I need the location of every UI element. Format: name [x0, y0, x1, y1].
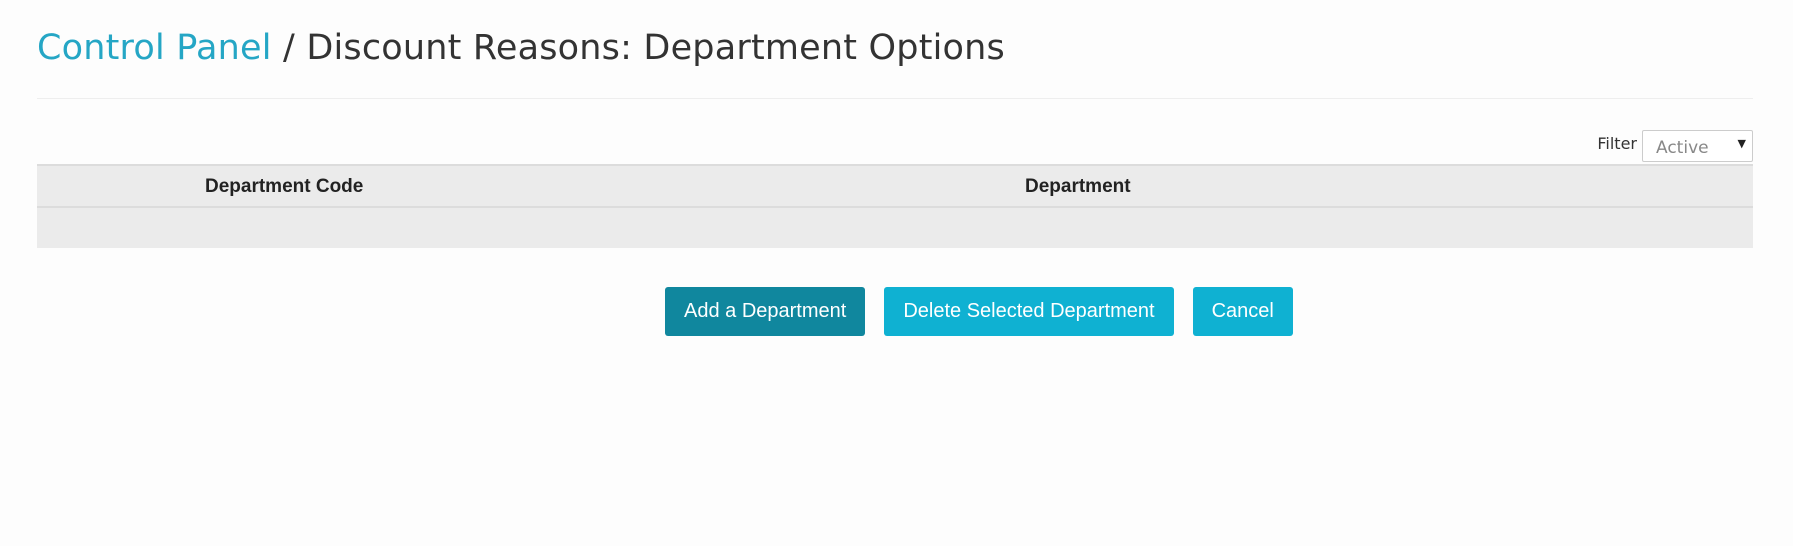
- breadcrumb-control-panel-link[interactable]: Control Panel: [37, 28, 272, 68]
- filter-selected-value: Active: [1656, 138, 1709, 158]
- column-header-department-code[interactable]: Department Code: [205, 176, 363, 198]
- department-table: Department Code Department: [37, 164, 1753, 248]
- header-divider: [37, 98, 1753, 99]
- filter-label: Filter: [1597, 133, 1637, 153]
- add-department-button[interactable]: Add a Department: [665, 287, 866, 336]
- cancel-button[interactable]: Cancel: [1192, 287, 1293, 336]
- filter-select[interactable]: Active ▼: [1642, 130, 1753, 162]
- table-empty-row: [37, 208, 1753, 248]
- filter-control: Filter Active ▼: [1597, 130, 1753, 162]
- table-header: Department Code Department: [37, 164, 1753, 208]
- column-header-department[interactable]: Department: [1025, 176, 1131, 198]
- delete-selected-department-button[interactable]: Delete Selected Department: [884, 287, 1174, 336]
- chevron-down-icon: ▼: [1737, 137, 1746, 150]
- page: Control Panel / Discount Reasons: Depart…: [0, 0, 1793, 546]
- breadcrumb-current: Discount Reasons: Department Options: [306, 28, 1005, 68]
- page-title: Control Panel / Discount Reasons: Depart…: [37, 28, 1005, 68]
- breadcrumb-separator: /: [283, 28, 295, 68]
- action-buttons: Add a Department Delete Selected Departm…: [665, 287, 1293, 336]
